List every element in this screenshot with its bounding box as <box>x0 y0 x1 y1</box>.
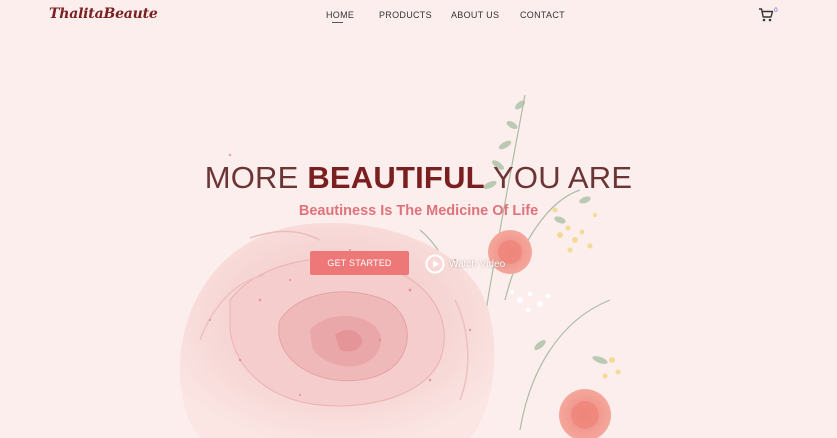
nav-about-us[interactable]: ABOUT US <box>451 10 499 20</box>
hero-flower-image <box>179 94 621 438</box>
cart-icon[interactable] <box>758 7 774 23</box>
nav-home[interactable]: HOME <box>326 10 354 20</box>
white-blossoms <box>510 290 551 313</box>
hero-title-part-1: MORE <box>204 160 308 195</box>
pink-pom-flower-2 <box>559 389 611 438</box>
get-started-button[interactable]: GET STARTED <box>310 251 409 275</box>
hero-title-part-2: YOU ARE <box>484 160 633 195</box>
hero-subtitle: Beautiness Is The Medicine Of Life <box>298 203 539 219</box>
hero-title-highlight: BEAUTIFUL <box>307 160 485 195</box>
cart-count-badge: 0 <box>774 7 778 14</box>
yellow-blossoms <box>552 207 621 379</box>
watch-video-link[interactable]: Watch Video <box>449 259 505 270</box>
hero-title: MORE BEAUTIFUL YOU ARE <box>0 160 837 196</box>
nav-contact[interactable]: CONTACT <box>520 10 565 20</box>
main-nav: HOME PRODUCTS ABOUT US CONTACT <box>0 10 837 30</box>
play-circle-icon[interactable] <box>425 254 445 274</box>
nav-products[interactable]: PRODUCTS <box>379 10 432 20</box>
active-nav-indicator <box>332 22 343 23</box>
